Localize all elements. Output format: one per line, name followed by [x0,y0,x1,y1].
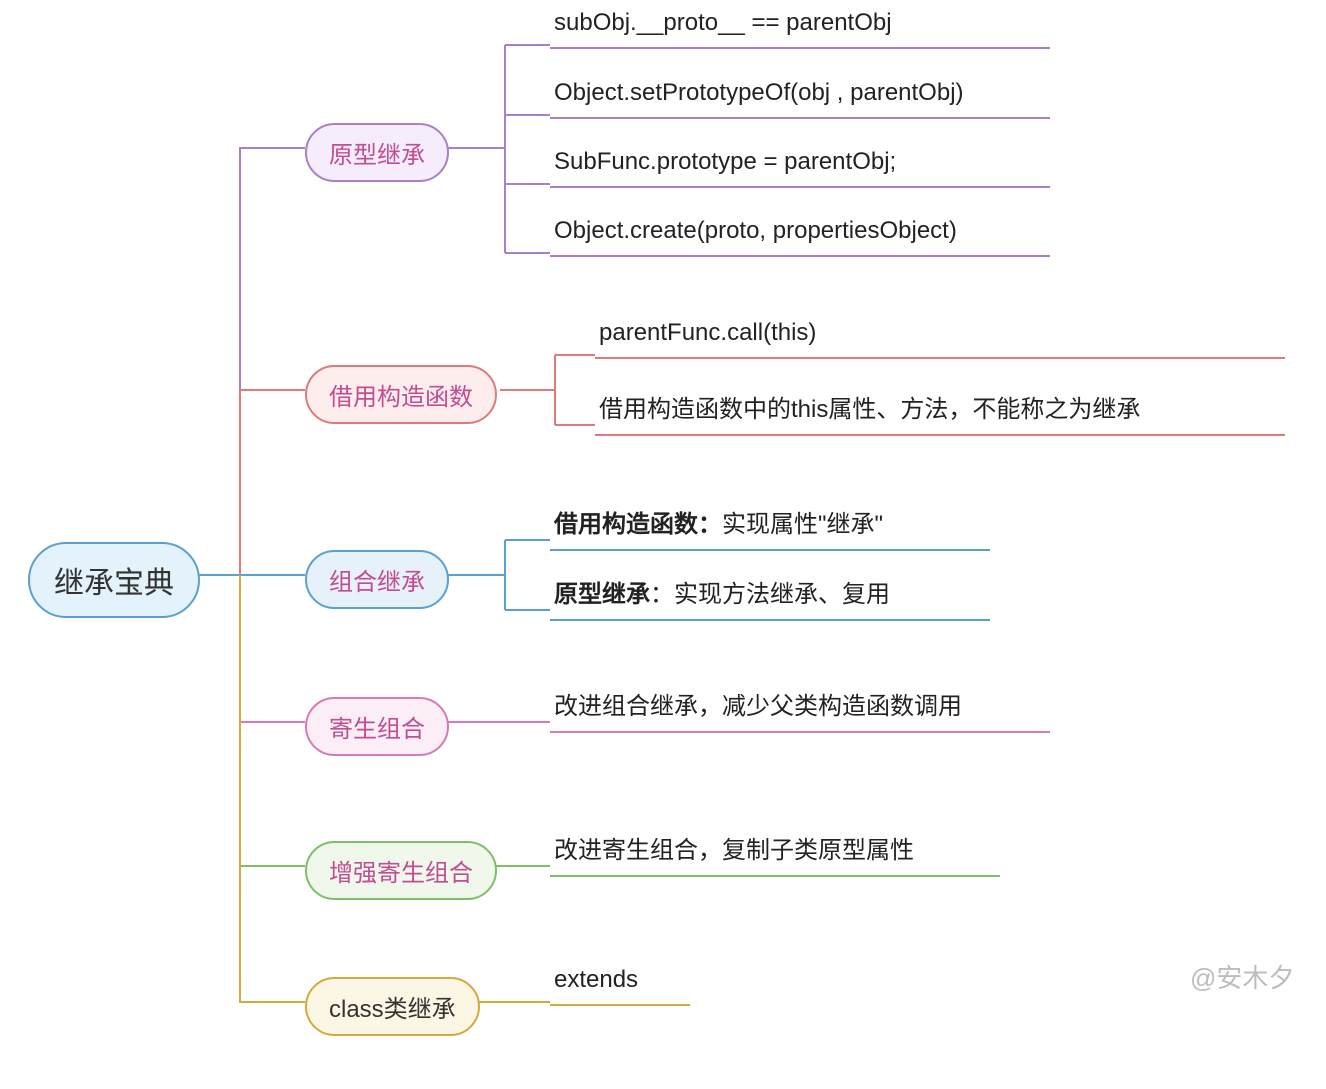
leaf-combo-0-rest: 实现属性"继承" [722,511,883,538]
branch-borrow-label: 借用构造函数 [329,384,473,411]
leaf-borrow-1: 借用构造函数中的this属性、方法，不能称之为继承 [595,389,1285,436]
watermark: @安木夕 [1190,958,1294,995]
leaf-borrow-0: parentFunc.call(this) [595,319,1285,359]
branch-combo[interactable]: 组合继承 [305,550,449,609]
leaf-proto-3: Object.create(proto, propertiesObject) [550,217,1050,257]
leaf-enhanced-0: 改进寄生组合，复制子类原型属性 [550,830,1000,877]
leaf-combo-0-bold: 借用构造函数： [554,511,722,538]
branch-class-label: class类继承 [329,996,456,1023]
leaf-proto-0: subObj.__proto__ == parentObj [550,9,1050,49]
leaf-combo-1-rest: ：实现方法继承、复用 [650,581,890,608]
branch-borrow[interactable]: 借用构造函数 [305,365,497,424]
branch-parasitic[interactable]: 寄生组合 [305,697,449,756]
root-label: 继承宝典 [54,567,174,600]
leaf-combo-1-bold: 原型继承 [554,581,650,608]
leaf-proto-2: SubFunc.prototype = parentObj; [550,148,1050,188]
branch-parasitic-label: 寄生组合 [329,716,425,743]
leaf-class-0: extends [550,966,690,1006]
branch-enhanced[interactable]: 增强寄生组合 [305,841,497,900]
branch-proto-label: 原型继承 [329,142,425,169]
branch-enhanced-label: 增强寄生组合 [329,860,473,887]
leaf-combo-1: 原型继承：实现方法继承、复用 [550,574,990,621]
leaf-combo-0: 借用构造函数：实现属性"继承" [550,504,990,551]
branch-class[interactable]: class类继承 [305,977,480,1036]
root-node[interactable]: 继承宝典 [28,542,200,618]
branch-proto[interactable]: 原型继承 [305,123,449,182]
branch-combo-label: 组合继承 [329,569,425,596]
leaf-proto-1: Object.setPrototypeOf(obj , parentObj) [550,79,1050,119]
leaf-parasitic-0: 改进组合继承，减少父类构造函数调用 [550,686,1050,733]
